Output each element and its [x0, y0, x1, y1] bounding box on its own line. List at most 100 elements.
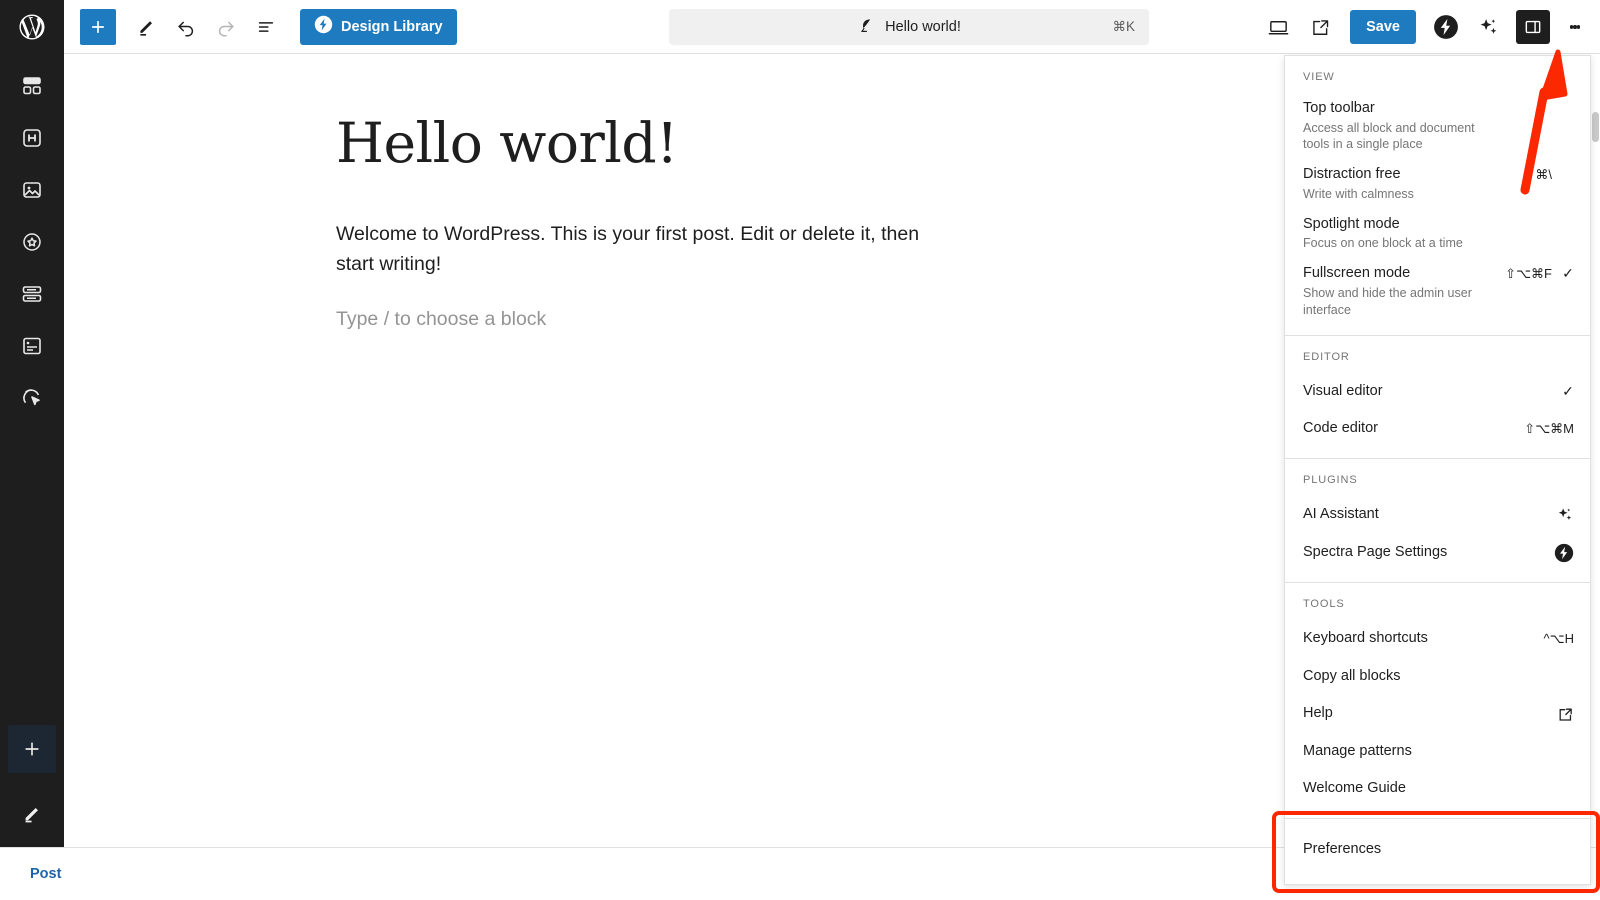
menu-section-plugins: Plugins AI Assistant Spectra Page Settings	[1285, 459, 1590, 584]
rail-icon-list	[0, 60, 64, 424]
menu-item-distraction-free[interactable]: Distraction free Write with calmness ⇧⌘\✓	[1285, 159, 1590, 208]
menu-item-title: Keyboard shortcuts	[1303, 630, 1428, 647]
menu-item-title: Spectra Page Settings	[1303, 543, 1448, 560]
editor-top-bar: Design Library Hello world! ⌘K Save	[64, 0, 1600, 54]
menu-section-label: Plugins	[1303, 473, 1358, 486]
left-rail	[0, 0, 64, 847]
menu-item-title: Top toolbar	[1303, 100, 1375, 116]
breadcrumb-post[interactable]: Post	[30, 866, 61, 882]
menu-item-title: Code editor	[1303, 420, 1378, 437]
menu-item-spectra-page-settings[interactable]: Spectra Page Settings	[1285, 533, 1590, 572]
menu-item-title: Spotlight mode	[1303, 215, 1400, 232]
design-library-label: Design Library	[341, 18, 443, 35]
menu-item-visual-editor[interactable]: Visual editor ✓	[1285, 373, 1590, 411]
external-link-icon	[1557, 706, 1574, 723]
menu-section-preferences: Preferences	[1272, 811, 1600, 893]
menu-item-shortcut: ⇧⌥⌘F	[1505, 265, 1552, 281]
menu-item-right-group: ⇧⌘\✓	[1524, 165, 1574, 183]
menu-section-label: Tools	[1303, 598, 1345, 611]
sidebar-item-headings[interactable]	[0, 112, 64, 164]
toolbar-right-group: Save	[1258, 0, 1592, 54]
sidebar-item-interactions[interactable]	[0, 372, 64, 424]
menu-item-right-group	[1556, 505, 1574, 524]
menu-item-title: Distraction free	[1303, 166, 1401, 183]
sparkles-icon	[1556, 506, 1574, 524]
empty-block-placeholder[interactable]: Type / to choose a block	[336, 308, 1064, 331]
sidebar-item-images[interactable]	[0, 164, 64, 216]
ai-sparkles-icon[interactable]	[1468, 7, 1508, 47]
menu-item-right-group	[1557, 705, 1574, 723]
check-icon: ✓	[1562, 265, 1574, 282]
tools-pencil-button[interactable]	[126, 7, 166, 47]
menu-item-right-group: ✓	[1552, 99, 1574, 117]
preview-desktop-icon[interactable]	[1258, 7, 1298, 47]
menu-item-right-group	[1554, 542, 1574, 563]
wordpress-logo-icon[interactable]	[0, 0, 64, 54]
menu-item-shortcut: ⇧⌥⌘M	[1524, 421, 1574, 437]
sidebar-item-layout[interactable]	[0, 60, 64, 112]
canvas-scrollbar-thumb[interactable]	[1592, 112, 1599, 142]
menu-item-top-toolbar[interactable]: Top toolbar Access all block and document…	[1285, 93, 1590, 159]
post-content: Hello world! Welcome to WordPress. This …	[64, 54, 1064, 331]
menu-section-tools: Tools Keyboard shortcuts ^⌥H Copy all block…	[1285, 583, 1590, 819]
menu-item-preferences[interactable]: Preferences	[1285, 827, 1590, 874]
menu-item-description: Write with calmness	[1303, 186, 1414, 201]
menu-item-text-group: Top toolbar Access all block and document…	[1303, 99, 1552, 153]
spectra-bolt-icon	[1554, 543, 1574, 563]
menu-item-keyboard-shortcuts[interactable]: Keyboard shortcuts ^⌥H	[1285, 620, 1590, 658]
canvas-scrollbar-track[interactable]	[1591, 54, 1600, 847]
menu-item-title: Copy all blocks	[1303, 667, 1401, 684]
menu-item-code-editor[interactable]: Code editor ⇧⌥⌘M	[1285, 410, 1590, 448]
command-bar[interactable]: Hello world! ⌘K	[669, 9, 1149, 45]
menu-item-right-group: ⇧⌥⌘M	[1524, 420, 1574, 437]
menu-item-title: Visual editor	[1303, 382, 1383, 399]
menu-item-description: Access all block and document tools in a…	[1303, 120, 1475, 152]
spectra-bolt-icon[interactable]	[1426, 7, 1466, 47]
menu-item-copy-all-blocks[interactable]: Copy all blocks	[1285, 658, 1590, 696]
menu-item-fullscreen-mode[interactable]: Fullscreen mode Show and hide the admin u…	[1285, 258, 1590, 324]
edit-pencil-rail-button[interactable]	[8, 789, 56, 837]
post-paragraph[interactable]: Welcome to WordPress. This is your first…	[336, 219, 961, 279]
redo-button[interactable]	[206, 7, 246, 47]
menu-section-label: Editor	[1303, 350, 1350, 363]
options-kebab-icon[interactable]	[1558, 7, 1592, 47]
menu-item-description: Focus on one block at a time	[1303, 236, 1463, 251]
wordpress-block-editor: Design Library Hello world! ⌘K Save Hell…	[0, 0, 1600, 900]
menu-item-title: Manage patterns	[1303, 742, 1412, 759]
command-bar-shortcut: ⌘K	[1112, 19, 1135, 34]
sidebar-item-card[interactable]	[0, 320, 64, 372]
menu-item-right-group: ✓	[1562, 382, 1574, 400]
menu-item-welcome-guide[interactable]: Welcome Guide	[1285, 770, 1590, 808]
save-button[interactable]: Save	[1350, 10, 1416, 44]
menu-item-description: Show and hide the admin user interface	[1303, 285, 1472, 317]
undo-button[interactable]	[166, 7, 206, 47]
view-site-external-link-icon[interactable]	[1300, 7, 1340, 47]
menu-item-title: AI Assistant	[1303, 505, 1379, 522]
design-library-button[interactable]: Design Library	[300, 8, 457, 45]
add-block-button[interactable]	[80, 8, 116, 45]
menu-item-manage-patterns[interactable]: Manage patterns	[1285, 733, 1590, 771]
post-title[interactable]: Hello world!	[336, 111, 1064, 175]
menu-item-title: Preferences	[1303, 841, 1382, 857]
menu-item-title: Help	[1303, 705, 1333, 722]
menu-section-view: View Top toolbar Access all block and docu…	[1285, 56, 1590, 336]
document-overview-button[interactable]	[246, 7, 286, 47]
menu-item-spotlight-mode[interactable]: Spotlight mode Focus on one block at a ti…	[1285, 209, 1590, 258]
sidebar-item-rows[interactable]	[0, 268, 64, 320]
spectra-bolt-icon	[314, 15, 333, 38]
toolbar-left-group: Design Library	[64, 7, 457, 47]
menu-item-help[interactable]: Help	[1285, 695, 1590, 733]
check-icon: ✓	[1562, 383, 1574, 400]
menu-item-text-group: Spotlight mode Focus on one block at a ti…	[1303, 215, 1552, 252]
kebab-dot	[1576, 25, 1581, 29]
menu-item-shortcut: ^⌥H	[1543, 631, 1574, 647]
menu-item-right-group: ⇧⌥⌘F ✓	[1505, 264, 1574, 282]
feather-quill-icon	[857, 16, 875, 39]
menu-section-editor: Editor Visual editor ✓ Code editor ⇧⌥⌘M	[1285, 336, 1590, 459]
add-block-rail-button[interactable]	[8, 725, 56, 773]
menu-item-ai-assistant[interactable]: AI Assistant	[1285, 496, 1590, 534]
menu-item-text-group: Distraction free Write with calmness	[1303, 165, 1524, 202]
settings-sidebar-toggle[interactable]	[1516, 10, 1550, 44]
sidebar-item-star[interactable]	[0, 216, 64, 268]
rail-bottom-actions	[8, 725, 56, 847]
